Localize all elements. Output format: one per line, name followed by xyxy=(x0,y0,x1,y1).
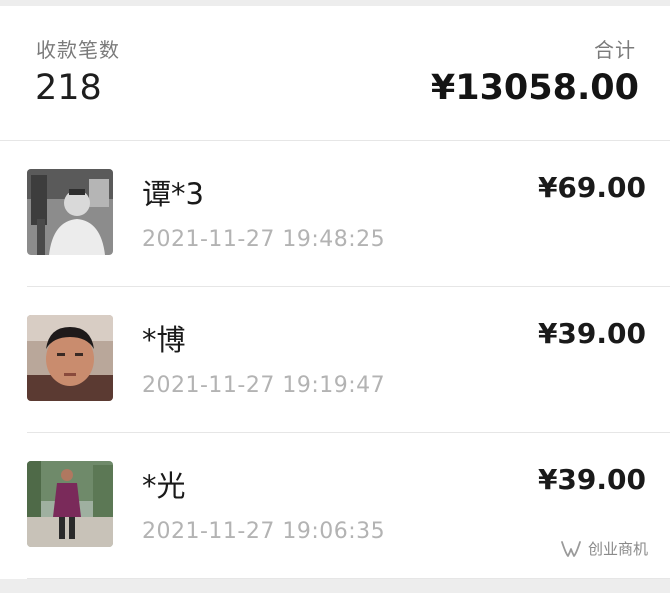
payer-name: 谭*3 xyxy=(142,177,204,211)
payer-name: *光 xyxy=(142,469,186,503)
total-value: ¥13058.00 xyxy=(430,68,639,108)
payment-card: 收款笔数 合计 218 ¥13058.00 谭*3 2021-11-27 19:… xyxy=(0,6,670,579)
row-divider xyxy=(27,578,670,579)
payment-time: 2021-11-27 19:48:25 xyxy=(142,227,386,252)
transaction-row[interactable]: *博 2021-11-27 19:19:47 ¥39.00 xyxy=(0,287,670,433)
transaction-row[interactable]: 谭*3 2021-11-27 19:48:25 ¥69.00 xyxy=(0,141,670,287)
watermark-text: 创业商机 xyxy=(587,540,648,558)
payment-time: 2021-11-27 19:06:35 xyxy=(142,519,386,544)
payment-time: 2021-11-27 19:19:47 xyxy=(142,373,386,398)
count-value: 218 xyxy=(35,68,102,108)
payment-amount: ¥39.00 xyxy=(537,317,646,350)
payment-amount: ¥69.00 xyxy=(537,171,646,204)
payment-amount: ¥39.00 xyxy=(537,463,646,496)
total-label: 合计 xyxy=(594,38,636,62)
payer-name: *博 xyxy=(142,323,186,357)
count-label: 收款笔数 xyxy=(36,38,120,62)
avatar xyxy=(27,315,113,401)
wechat-channel-icon xyxy=(561,540,581,557)
avatar xyxy=(27,461,113,547)
avatar xyxy=(27,169,113,255)
summary-section: 收款笔数 合计 218 ¥13058.00 xyxy=(0,6,670,140)
watermark: 创业商机 xyxy=(560,538,648,559)
